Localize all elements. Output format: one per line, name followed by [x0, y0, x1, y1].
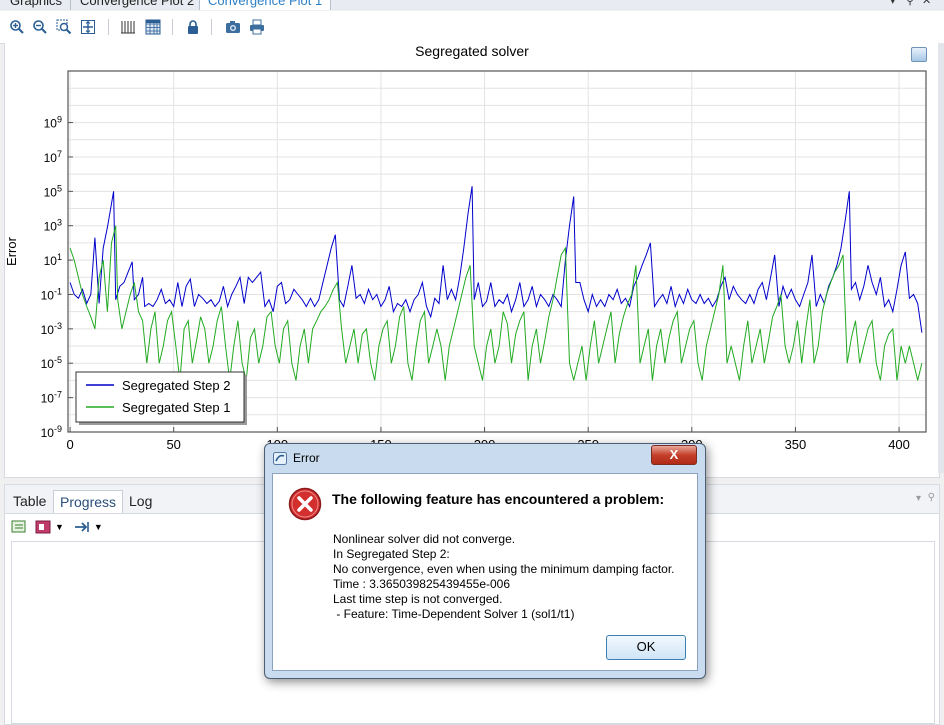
message-line: Time : 3.365039825439455e-006	[333, 577, 511, 591]
y-tick-label: 109	[44, 115, 62, 131]
y-tick-label: 10-7	[41, 390, 62, 406]
legend-label: Segregated Step 2	[122, 378, 230, 393]
tab-table[interactable]: Table	[7, 490, 52, 512]
move-arrows-icon[interactable]	[74, 519, 92, 535]
zoom-extents-icon[interactable]	[79, 18, 97, 36]
plot-settings-icon[interactable]	[911, 47, 927, 62]
editor-tab-bar: Graphics Convergence Plot 2 Convergence …	[0, 0, 944, 10]
message-line: Nonlinear solver did not converge.	[333, 532, 516, 546]
tab-convergence-plot-1[interactable]: Convergence Plot 1	[199, 0, 332, 10]
y-tick-label: 103	[44, 218, 62, 234]
toolbar-separator	[172, 19, 173, 35]
y-tick-label: 10-5	[41, 355, 62, 371]
zoom-box-icon[interactable]	[55, 18, 73, 36]
y-tick-label: 105	[44, 183, 62, 199]
app-icon	[273, 451, 287, 465]
x-tick-label: 400	[888, 437, 910, 452]
plot-toolbar	[0, 11, 944, 44]
message-line: Last time step is not converged.	[333, 592, 503, 606]
dialog-title: Error	[293, 451, 320, 465]
x-tick-label: 50	[166, 437, 180, 452]
pin-icon[interactable]: ⚲	[906, 0, 914, 7]
progress-toolbar: ▼ ▼	[11, 518, 103, 536]
y-tick-label: 10-9	[41, 424, 62, 440]
stop-icon[interactable]	[35, 519, 53, 535]
error-dialog: Error X The following feature has encoun…	[264, 443, 706, 679]
legend-label: Segregated Step 1	[122, 400, 230, 415]
zoom-in-icon[interactable]	[8, 18, 26, 36]
tab-convergence-plot-2[interactable]: Convergence Plot 2	[72, 0, 204, 10]
toolbar-separator	[108, 19, 109, 35]
x-tick-label: 0	[66, 437, 73, 452]
ok-button[interactable]: OK	[606, 635, 686, 660]
dialog-close-button[interactable]: X	[651, 445, 697, 465]
grid-icon[interactable]	[144, 18, 162, 36]
convergence-chart[interactable]: 10-910-710-510-310-110110310510710905010…	[5, 43, 939, 477]
y-tick-label: 101	[44, 252, 62, 268]
plot-panel: Segregated solver 10-9 10-7 10-5 10-3 10-1 10…	[4, 43, 940, 478]
x-tick-label: 350	[785, 437, 807, 452]
message-line: In Segregated Step 2:	[333, 547, 450, 561]
y-axis-label: Error	[5, 236, 19, 266]
dialog-title-bar: Error	[273, 448, 320, 468]
expand-icon[interactable]	[11, 519, 29, 535]
message-line: No convergence, even when using the mini…	[333, 562, 675, 576]
tab-progress[interactable]: Progress	[53, 490, 124, 513]
close-icon[interactable]: ✕	[922, 0, 931, 7]
dialog-message: Nonlinear solver did not converge. In Seg…	[333, 532, 675, 622]
y-tick-label: 10-1	[41, 286, 62, 302]
camera-icon[interactable]	[224, 18, 242, 36]
chevron-down-icon[interactable]: ▼	[55, 522, 64, 532]
pin-icon[interactable]: ⚲	[928, 492, 935, 503]
tab-graphics[interactable]: Graphics	[2, 0, 72, 10]
zoom-out-icon[interactable]	[31, 18, 49, 36]
dialog-heading: The following feature has encountered a …	[332, 491, 665, 507]
toolbar-separator	[211, 19, 212, 35]
print-icon[interactable]	[248, 18, 266, 36]
right-scrollbar[interactable]	[938, 43, 944, 473]
chevron-down-icon[interactable]: ▼	[94, 522, 103, 532]
table-icon[interactable]	[119, 18, 137, 36]
y-tick-label: 10-3	[41, 321, 62, 337]
chevron-down-icon[interactable]: ▾	[916, 493, 921, 504]
tab-log[interactable]: Log	[123, 490, 158, 512]
lock-icon[interactable]	[184, 18, 202, 36]
error-icon	[288, 487, 322, 524]
dialog-body: The following feature has encountered a …	[272, 473, 698, 671]
chevron-down-icon[interactable]: ▾	[890, 0, 896, 7]
message-line: - Feature: Time-Dependent Solver 1 (sol1…	[333, 607, 575, 621]
y-tick-label: 107	[44, 149, 62, 165]
